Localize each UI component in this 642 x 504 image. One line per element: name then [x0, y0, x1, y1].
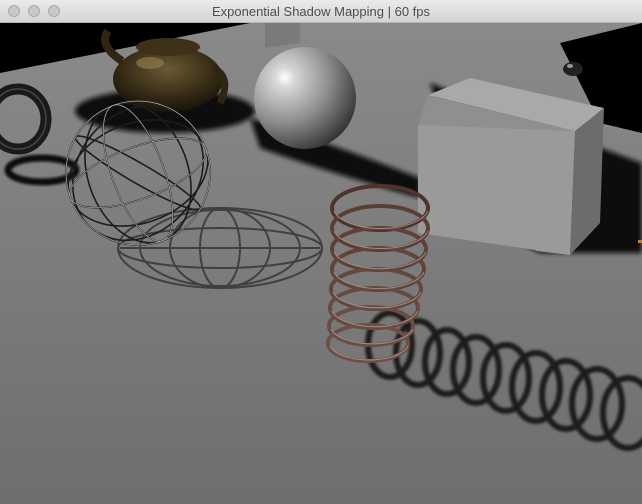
edge-marker	[638, 240, 642, 243]
small-object-highlight	[567, 64, 573, 68]
title-bar[interactable]: Exponential Shadow Mapping | 60 fps	[0, 0, 642, 23]
window-title: Exponential Shadow Mapping | 60 fps	[211, 4, 431, 19]
render-viewport[interactable]	[0, 23, 642, 504]
shaded-sphere	[254, 47, 356, 149]
small-object	[563, 62, 583, 76]
cube	[418, 78, 604, 255]
app-window: Exponential Shadow Mapping | 60 fps	[0, 0, 642, 504]
scene-canvas	[0, 23, 642, 504]
